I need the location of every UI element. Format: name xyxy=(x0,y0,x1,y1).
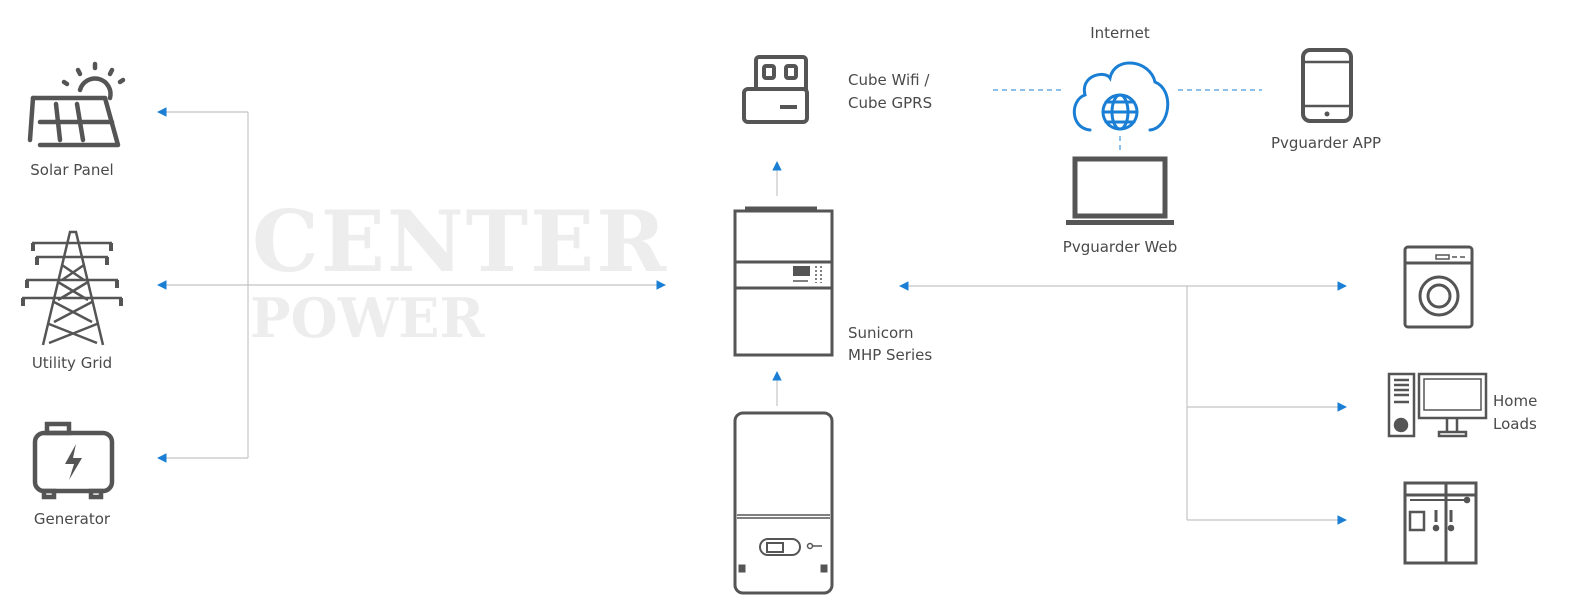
generator-icon xyxy=(32,421,115,500)
inverter-label-line1: Sunicorn xyxy=(848,324,914,342)
wifi-dongle-icon xyxy=(742,55,809,124)
diagram-graphics xyxy=(21,48,1488,595)
inverter-icon xyxy=(733,206,834,357)
pvguarder-app-label: Pvguarder APP xyxy=(1270,134,1382,152)
battery-icon xyxy=(733,411,834,595)
system-diagram: CENTER POWER Solar Panel Utility Grid Ge… xyxy=(0,0,1580,600)
utility-grid-label: Utility Grid xyxy=(31,354,113,372)
solar-panel-label: Solar Panel xyxy=(30,161,114,179)
desktop-computer-icon xyxy=(1387,372,1488,438)
power-tower-icon xyxy=(21,230,123,346)
dongle-label-line2: Cube GPRS xyxy=(848,94,933,112)
smartphone-icon xyxy=(1301,48,1353,123)
output-connectors xyxy=(899,281,1347,525)
refrigerator-icon xyxy=(1403,481,1478,565)
home-loads-label-line2: Loads xyxy=(1493,415,1537,433)
washing-machine-icon xyxy=(1403,245,1474,329)
dongle-label-line1: Cube Wifi / xyxy=(848,71,930,89)
input-connectors xyxy=(157,107,666,463)
generator-label: Generator xyxy=(33,510,111,528)
laptop-icon xyxy=(1066,156,1174,225)
home-loads-label-line1: Home xyxy=(1493,392,1538,410)
cloud-internet-icon xyxy=(1072,61,1170,132)
pvguarder-web-label: Pvguarder Web xyxy=(1062,238,1178,256)
internet-label: Internet xyxy=(1090,24,1150,42)
inverter-label-line2: MHP Series xyxy=(848,346,933,364)
solar-panel-icon xyxy=(27,61,126,148)
